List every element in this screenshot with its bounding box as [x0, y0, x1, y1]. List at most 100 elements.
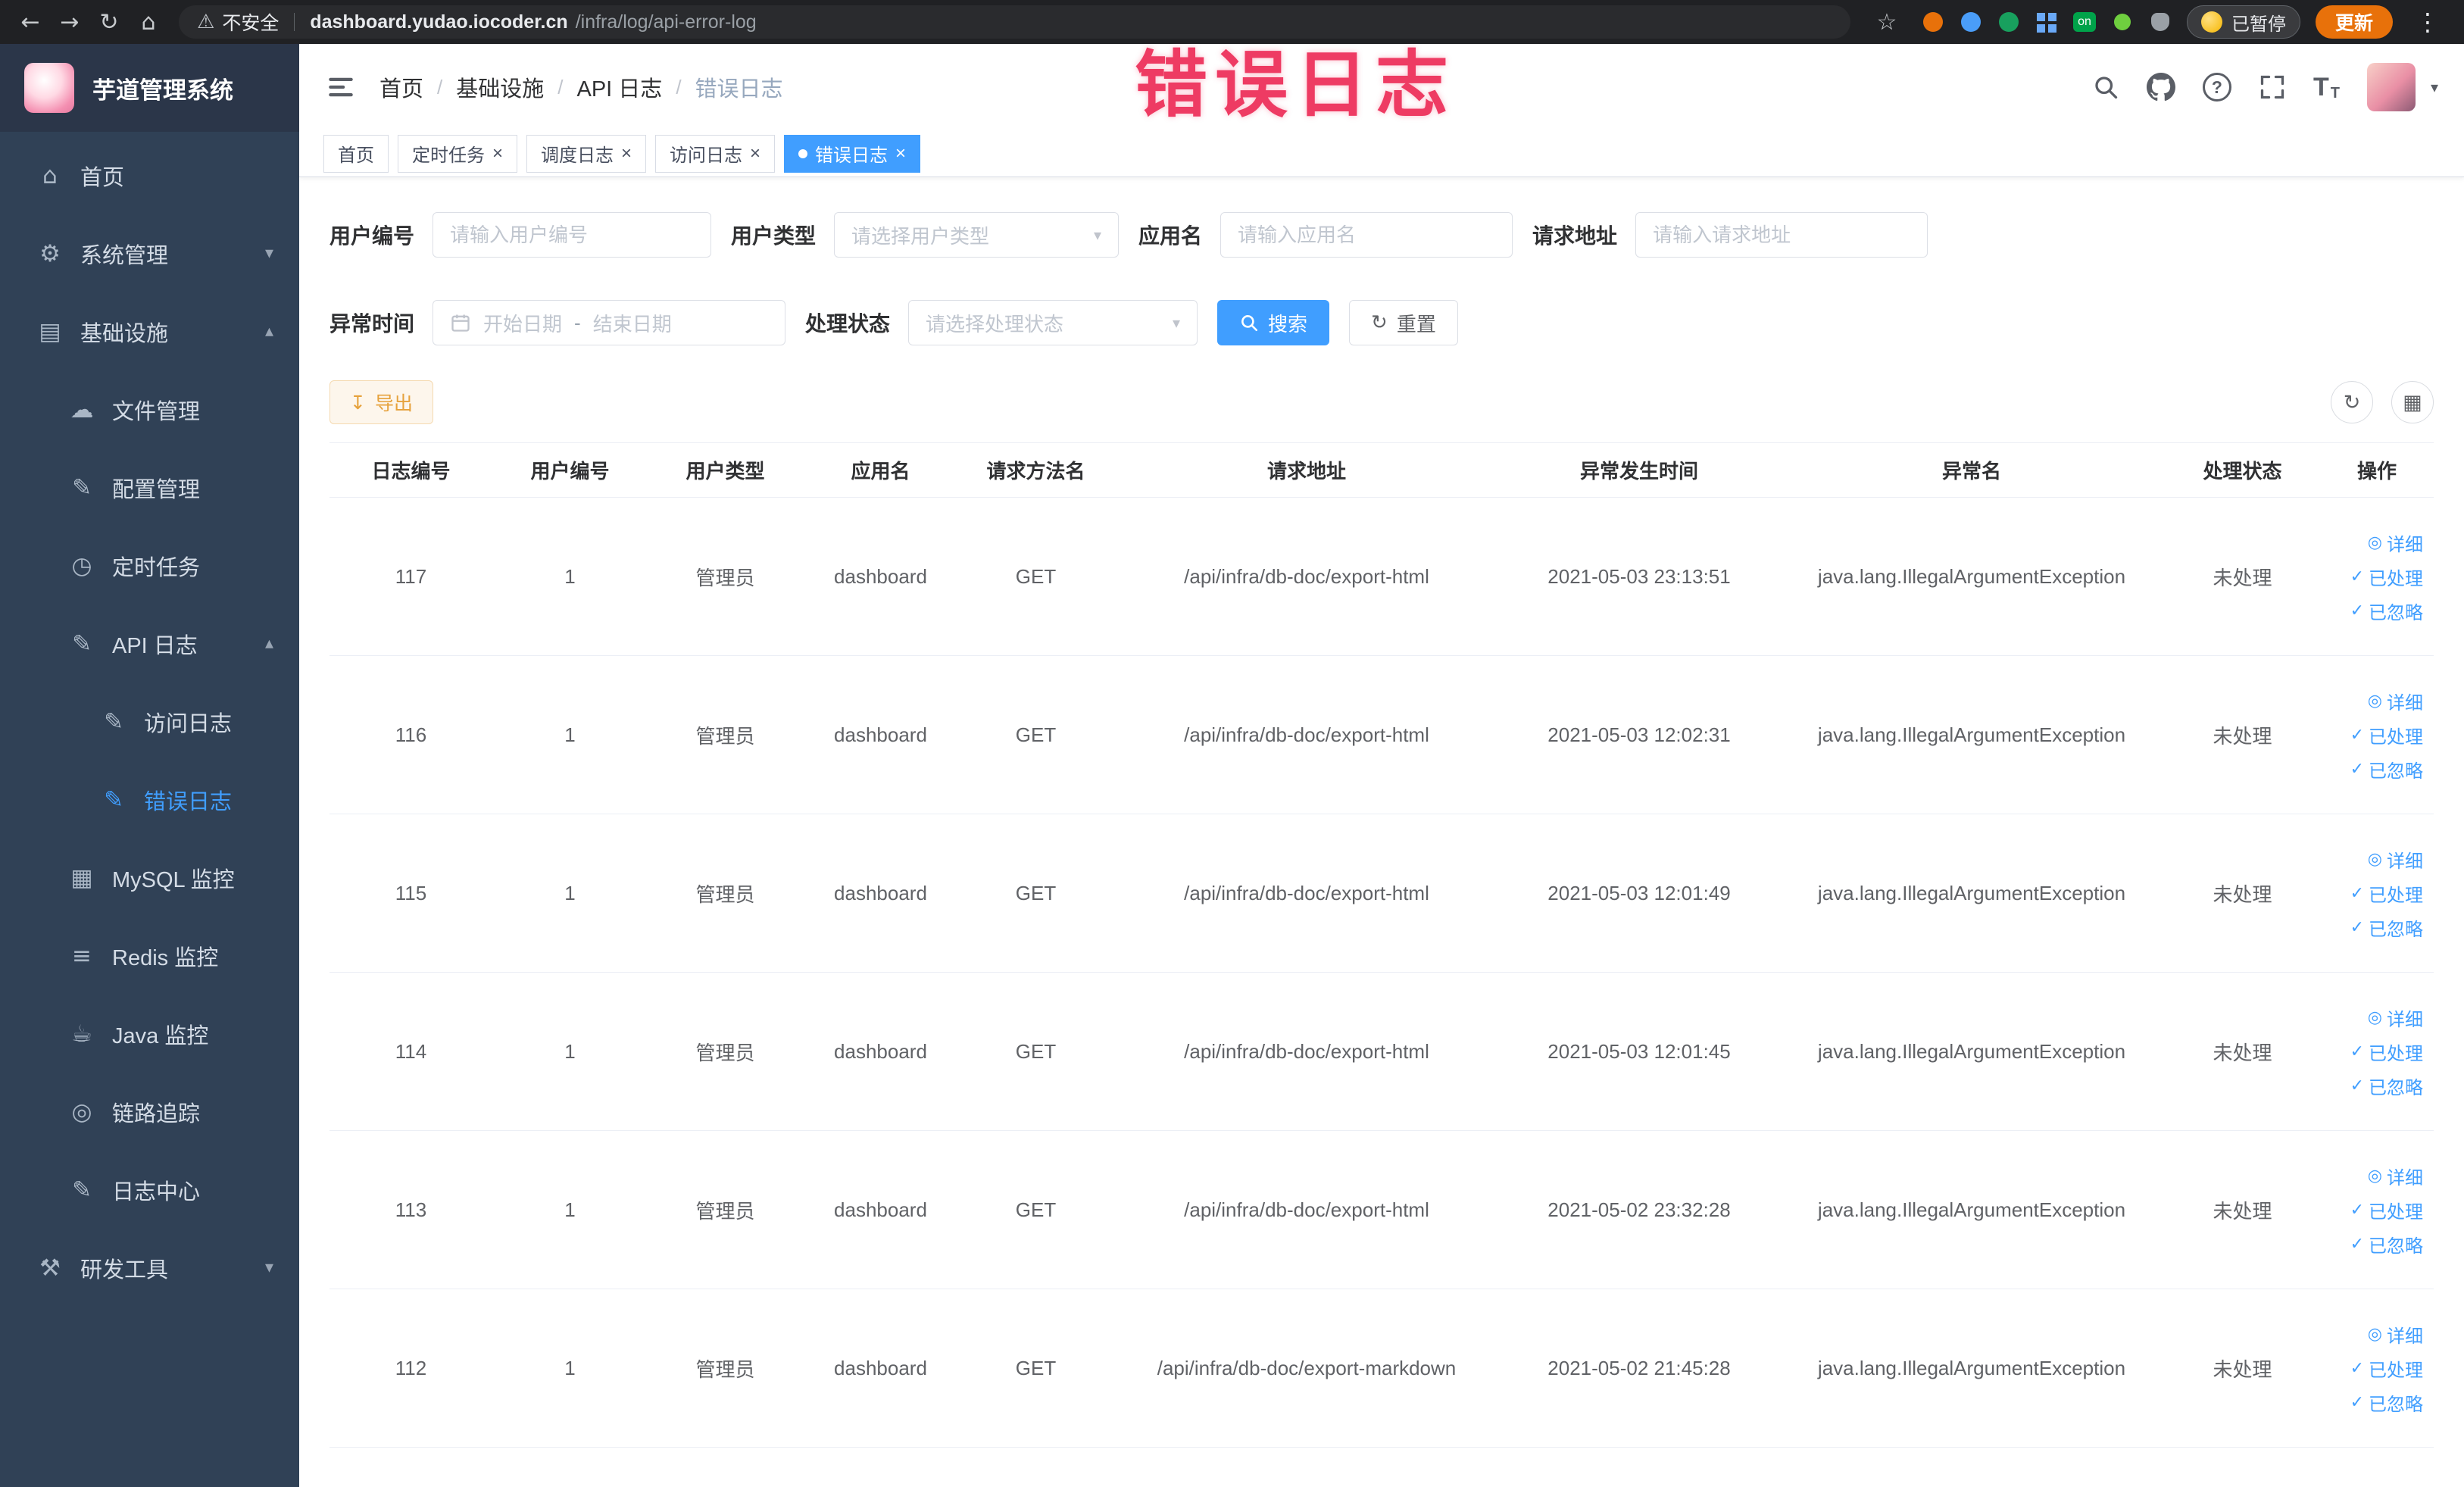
- column-header: 请求方法名: [958, 442, 1113, 498]
- address-bar[interactable]: ⚠ 不安全 dashboard.yudao.iocoder.cn/infra/l…: [179, 5, 1850, 39]
- home-icon[interactable]: ⌂: [129, 2, 168, 42]
- sidebar-item[interactable]: 基础设施: [0, 292, 299, 370]
- sidebar-item[interactable]: 首页: [0, 136, 299, 214]
- check-icon: [2350, 726, 2364, 745]
- reset-button[interactable]: 重置: [1349, 300, 1458, 345]
- user-avatar[interactable]: [2366, 63, 2416, 111]
- extension-icon[interactable]: [1922, 11, 1944, 33]
- processed-link[interactable]: 已处理: [2350, 880, 2423, 907]
- cell-exception-name: java.lang.IllegalArgumentException: [1779, 1130, 2165, 1289]
- close-icon[interactable]: [621, 145, 632, 163]
- extension-grid-icon[interactable]: [2035, 11, 2058, 33]
- sidebar-item[interactable]: 研发工具: [0, 1229, 299, 1307]
- font-size-icon[interactable]: TT: [2313, 73, 2340, 102]
- sidebar-item[interactable]: Java 监控: [0, 995, 299, 1073]
- paused-chip[interactable]: 已暂停: [2186, 5, 2300, 39]
- search-button[interactable]: 搜索: [1217, 300, 1330, 345]
- view-tab[interactable]: 访问日志: [655, 134, 776, 173]
- hamburger-icon[interactable]: [325, 71, 357, 103]
- sidebar-item[interactable]: 日志中心: [0, 1151, 299, 1229]
- process-status-select[interactable]: 请选择处理状态 ▾: [908, 300, 1198, 345]
- breadcrumb-item[interactable]: 错误日志: [695, 71, 783, 103]
- sidebar-item[interactable]: API 日志: [0, 604, 299, 683]
- detail-link[interactable]: 详细: [2368, 1163, 2423, 1189]
- close-icon[interactable]: [492, 145, 503, 163]
- forward-icon[interactable]: →: [50, 2, 89, 42]
- reload-icon[interactable]: ↻: [89, 2, 129, 42]
- ignored-link[interactable]: 已忽略: [2350, 598, 2423, 624]
- processed-link[interactable]: 已处理: [2350, 722, 2423, 748]
- view-tab[interactable]: 调度日志: [526, 134, 647, 173]
- sidebar-item[interactable]: 文件管理: [0, 370, 299, 448]
- github-icon[interactable]: [2146, 73, 2175, 102]
- filter-user-type: 用户类型 请选择用户类型 ▾: [731, 212, 1120, 258]
- app-name-input[interactable]: [1220, 212, 1513, 258]
- detail-link[interactable]: 详细: [2368, 846, 2423, 873]
- table-row: 112 1 管理员 dashboard GET /api/infra/db-do…: [329, 1289, 2434, 1448]
- request-url-input[interactable]: [1635, 212, 1928, 258]
- view-tab[interactable]: 首页: [323, 134, 389, 173]
- ignored-link[interactable]: 已忽略: [2350, 1389, 2423, 1416]
- start-date-placeholder[interactable]: 开始日期: [483, 309, 562, 337]
- search-icon[interactable]: [2092, 73, 2119, 101]
- cell-user-id: 1: [492, 1130, 648, 1289]
- sidebar-item[interactable]: Redis 监控: [0, 917, 299, 995]
- end-date-placeholder[interactable]: 结束日期: [593, 309, 672, 337]
- cell-exception-name: java.lang.IllegalArgumentException: [1779, 972, 2165, 1131]
- sidebar-item[interactable]: 配置管理: [0, 448, 299, 526]
- view-tab[interactable]: 错误日志: [784, 134, 921, 173]
- app-logo[interactable]: 芋道管理系统: [0, 44, 299, 132]
- sidebar-item[interactable]: MySQL 监控: [0, 839, 299, 917]
- view-tab[interactable]: 定时任务: [398, 134, 518, 173]
- field-label: 处理状态: [805, 312, 891, 336]
- cell-method: GET: [958, 1289, 1113, 1448]
- column-settings-button[interactable]: [2391, 381, 2434, 423]
- detail-link[interactable]: 详细: [2368, 1321, 2423, 1348]
- detail-link[interactable]: 详细: [2368, 1004, 2423, 1031]
- sidebar-item[interactable]: 错误日志: [0, 761, 299, 839]
- update-button[interactable]: 更新: [2315, 5, 2393, 39]
- cell-actions: 详细 已处理 已忽略: [2320, 497, 2434, 656]
- ignored-link[interactable]: 已忽略: [2350, 914, 2423, 941]
- close-icon[interactable]: [750, 145, 760, 163]
- processed-link[interactable]: 已处理: [2350, 1355, 2423, 1382]
- chevron-icon: [265, 1258, 273, 1277]
- breadcrumb-item[interactable]: 首页: [379, 71, 423, 103]
- caret-down-icon[interactable]: ▾: [2431, 78, 2438, 96]
- url-path: /infra/log/api-error-log: [575, 11, 757, 33]
- sidebar-item[interactable]: 链路追踪: [0, 1073, 299, 1151]
- processed-link[interactable]: 已处理: [2350, 1197, 2423, 1223]
- extension-on-badge-icon[interactable]: on: [2072, 11, 2096, 33]
- help-icon[interactable]: ?: [2202, 73, 2231, 102]
- sidebar-item[interactable]: 定时任务: [0, 526, 299, 604]
- select-placeholder: 请选择处理状态: [926, 312, 1064, 336]
- extension-icon[interactable]: [1997, 11, 2020, 33]
- refresh-button[interactable]: [2331, 381, 2373, 423]
- breadcrumb-item[interactable]: 基础设施: [456, 71, 544, 103]
- user-type-select[interactable]: 请选择用户类型 ▾: [834, 212, 1120, 258]
- browser-menu-icon[interactable]: ⋮: [2408, 2, 2447, 42]
- processed-link[interactable]: 已处理: [2350, 564, 2423, 590]
- user-id-input[interactable]: [433, 212, 712, 258]
- sidebar-item[interactable]: 系统管理: [0, 214, 299, 292]
- cell-user-type: 管理员: [648, 497, 803, 656]
- extension-icon[interactable]: [1960, 11, 1982, 33]
- extension-icon[interactable]: [2149, 11, 2172, 33]
- back-icon[interactable]: ←: [11, 2, 50, 42]
- ignored-link[interactable]: 已忽略: [2350, 1231, 2423, 1257]
- detail-link[interactable]: 详细: [2368, 688, 2423, 714]
- extension-icon[interactable]: [2111, 11, 2134, 33]
- fullscreen-icon[interactable]: [2259, 73, 2286, 101]
- close-icon[interactable]: [895, 145, 906, 163]
- column-header: 操作: [2320, 442, 2434, 498]
- cell-request-url: /api/infra/db-doc/export-html: [1113, 497, 1500, 656]
- ignored-link[interactable]: 已忽略: [2350, 1073, 2423, 1099]
- breadcrumb-item[interactable]: API 日志: [577, 71, 663, 103]
- detail-link[interactable]: 详细: [2368, 530, 2423, 556]
- sidebar-item[interactable]: 访问日志: [0, 683, 299, 761]
- date-range-picker[interactable]: 开始日期 - 结束日期: [433, 300, 786, 345]
- export-button[interactable]: 导出: [329, 380, 433, 424]
- ignored-link[interactable]: 已忽略: [2350, 756, 2423, 783]
- processed-link[interactable]: 已处理: [2350, 1039, 2423, 1065]
- bookmark-star-icon[interactable]: ☆: [1867, 2, 1907, 42]
